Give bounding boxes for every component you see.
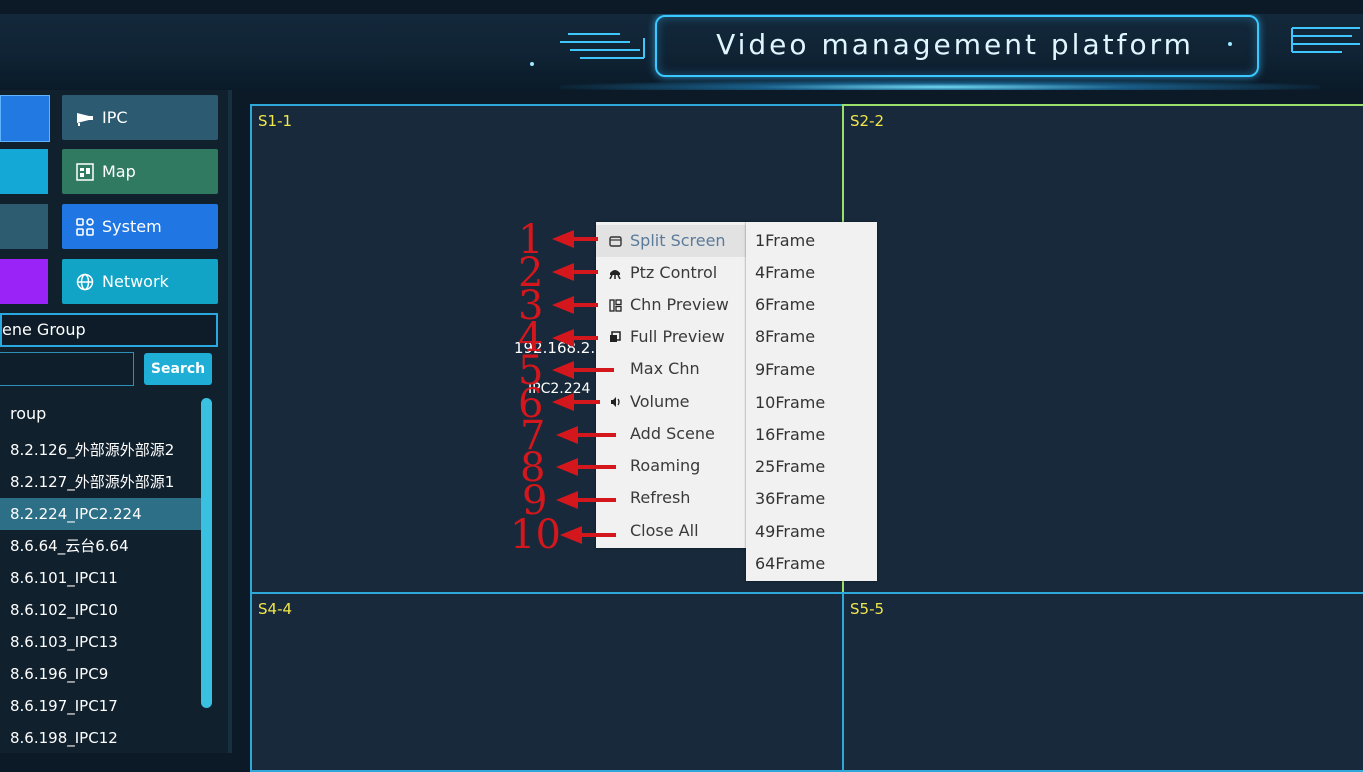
annotation-arrowhead [552, 329, 574, 347]
annotation-arrowhead [552, 263, 574, 281]
annotation-arrowhead [556, 491, 578, 509]
annotation-arrowhead [552, 393, 574, 411]
annotation-arrowhead [552, 230, 574, 248]
annotation-arrowhead [560, 526, 582, 544]
annotation-number: 10 [510, 512, 561, 558]
annotation-arrowhead [556, 426, 578, 444]
annotation-arrowhead [556, 458, 578, 476]
annotation-arrows [552, 230, 616, 544]
annotation-arrowhead [552, 361, 574, 379]
annotation-arrowhead [552, 296, 574, 314]
